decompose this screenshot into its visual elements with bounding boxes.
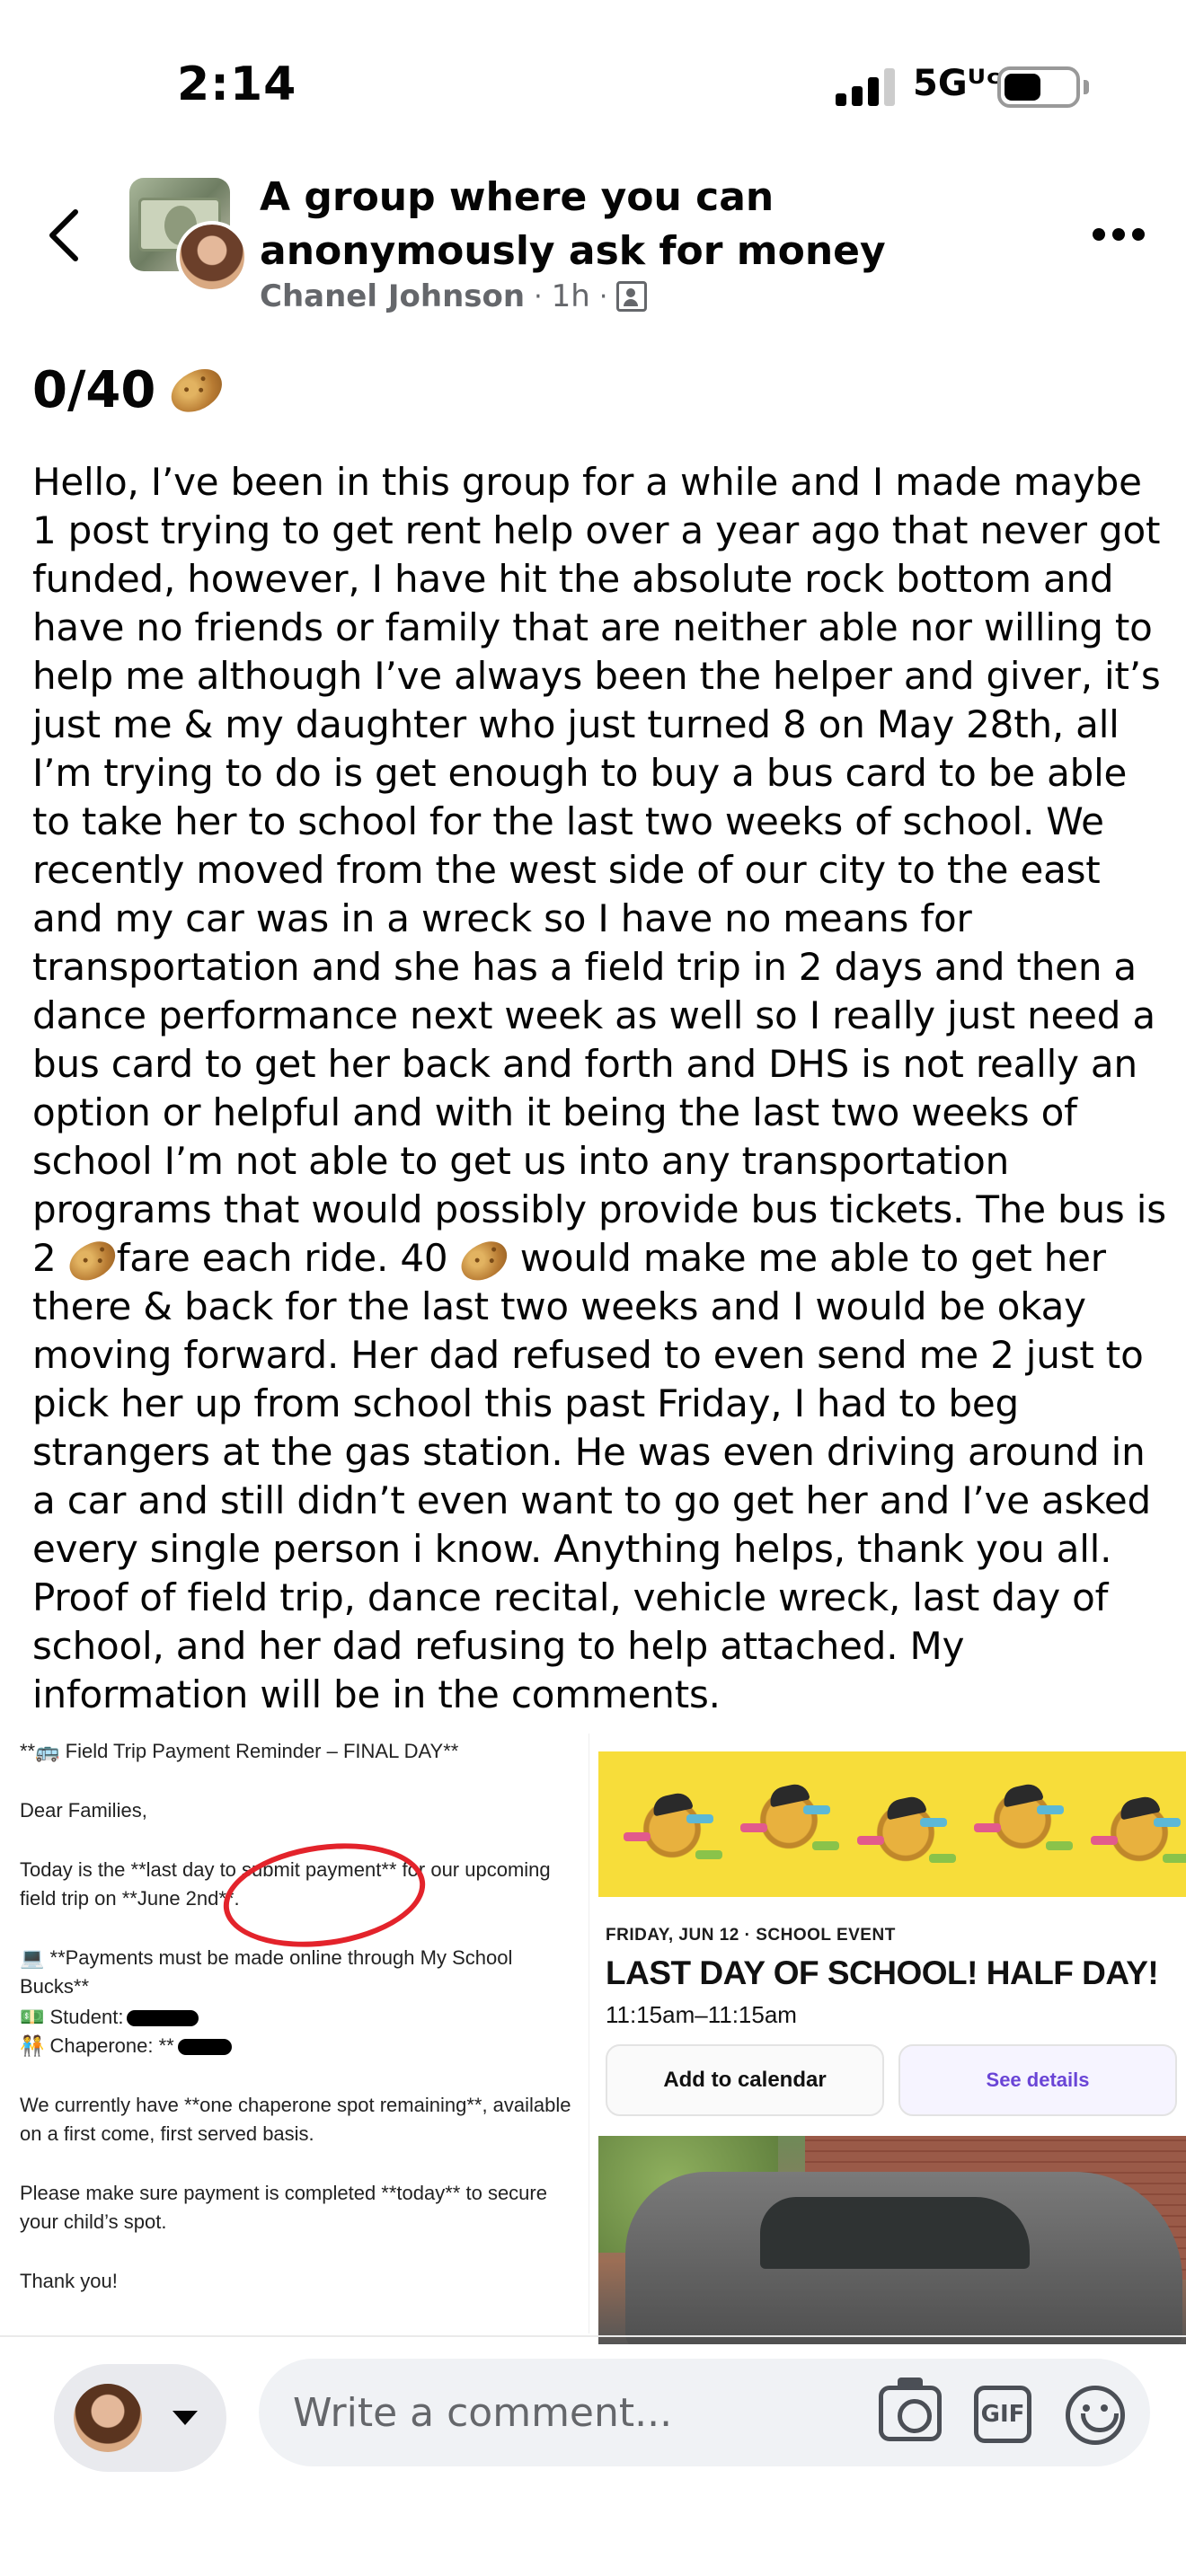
post-text: fare each ride. 40 [116,1236,448,1280]
dot-icon [1132,228,1145,241]
post-meta: Chanel Johnson · 1h · [260,278,648,314]
doc-line: **🚌 Field Trip Payment Reminder – FINAL … [20,1740,459,1762]
attachment-document[interactable]: **🚌 Field Trip Payment Reminder – FINAL … [0,1734,589,2333]
status-bar: 2:14 5Gᵁᶜ [0,0,1186,153]
post-heading: 0/40 [32,360,230,420]
divider [0,2335,1186,2337]
emoji-icon[interactable] [1066,2386,1125,2445]
doc-line: 🧑‍🤝‍🧑 Chaperone: ** [20,2034,174,2057]
meta-separator: · [534,280,543,313]
comment-bar: GIF [0,2346,1186,2576]
group-avatar[interactable] [129,178,248,293]
goal-counter: 0/40 [32,361,156,419]
redaction-scribble [127,2010,199,2027]
post-body: Hello, I’ve been in this group for a whi… [32,458,1166,1719]
author-avatar [176,221,248,293]
doc-line: 💵 Student: [20,2006,124,2028]
potato-emoji-icon [454,1234,514,1287]
back-button[interactable] [40,199,93,271]
group-title[interactable]: A group where you can anonymously ask fo… [260,171,1068,278]
chevron-left-icon [49,209,78,261]
post-time: 1h [551,278,590,314]
see-details-button[interactable]: See details [898,2044,1177,2116]
post-header: A group where you can anonymously ask fo… [0,153,1186,332]
doc-chaperone-line: 🧑‍🤝‍🧑 Chaperone: ** [20,2032,577,2060]
doc-line: 💻 **Payments must be made online through… [20,1946,513,1998]
author-name[interactable]: Chanel Johnson [260,278,525,314]
profile-switcher[interactable] [54,2364,226,2472]
add-to-calendar-button[interactable]: Add to calendar [606,2044,884,2116]
doc-line: Please make sure payment is completed **… [20,2182,547,2233]
event-date: FRIDAY, JUN 12 · SCHOOL EVENT [606,1926,896,1945]
meta-separator: · [598,280,608,313]
event-title: LAST DAY OF SCHOOL! HALF DAY! [606,1954,1159,1991]
doc-line: We currently have **one chaperone spot r… [20,2094,571,2145]
car-wreck-photo[interactable] [598,2136,1186,2344]
signal-icon [836,66,895,106]
doc-line: Thank you! [20,2270,118,2292]
post-text: Hello, I’ve been in this group for a whi… [32,460,1166,1280]
dot-icon [1112,228,1125,241]
avatar [74,2384,142,2452]
battery-icon [997,66,1080,108]
dot-icon [1093,228,1105,241]
event-time: 11:15am–11:15am [606,2001,797,2028]
caret-down-icon [173,2411,198,2425]
media-grid: **🚌 Field Trip Payment Reminder – FINAL … [0,1734,1186,2344]
battery-tip [1084,80,1089,94]
network-label: 5Gᵁᶜ [913,63,1001,104]
potato-emoji-icon [164,360,230,420]
post-text: would make me able to get her there & ba… [32,1236,1151,1716]
potato-emoji-icon [62,1234,122,1287]
redaction-scribble [177,2039,232,2056]
red-circle-annotation [217,1831,432,1960]
gif-icon[interactable]: GIF [974,2386,1031,2443]
status-time: 2:14 [177,57,297,111]
attachment-event[interactable]: FRIDAY, JUN 12 · SCHOOL EVENT LAST DAY O… [598,1751,1186,2165]
camera-icon[interactable] [879,2378,942,2441]
event-banner-image [598,1751,1186,1897]
doc-line: Dear Families, [20,1799,147,1822]
doc-student-line: 💵 Student: [20,2003,577,2032]
more-options-button[interactable] [1093,221,1150,248]
members-icon [616,281,648,312]
